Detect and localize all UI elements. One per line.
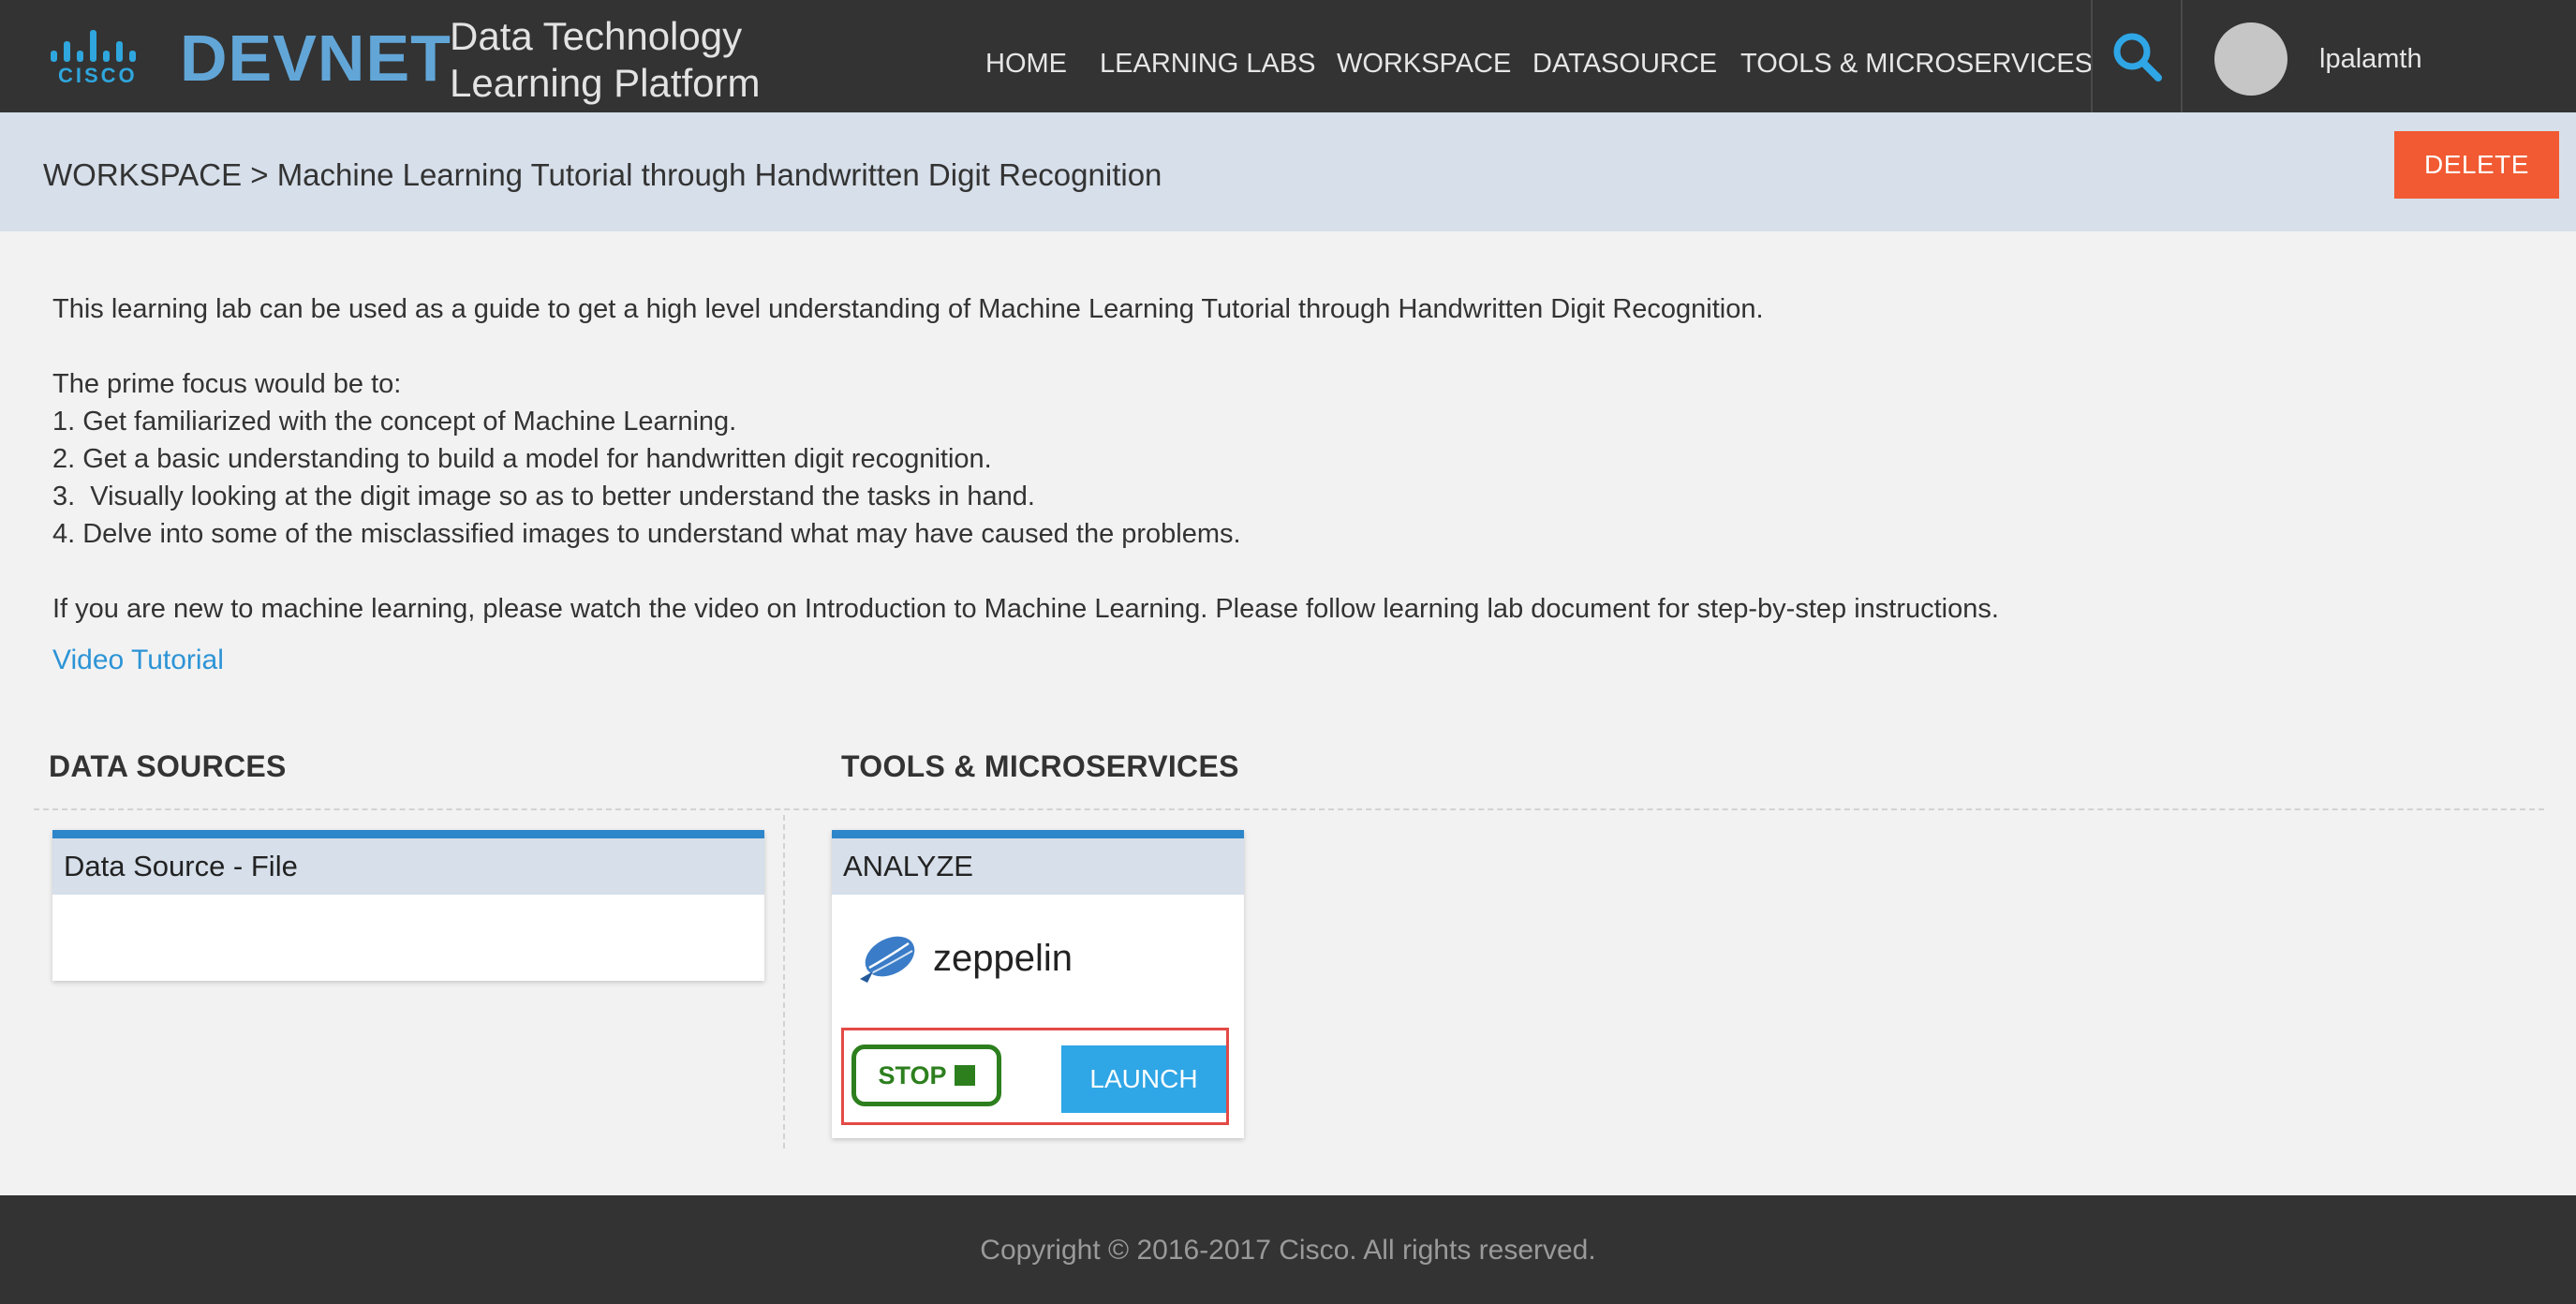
delete-button[interactable]: DELETE (2394, 131, 2559, 199)
cisco-logo: CISCO (51, 28, 154, 87)
footer: Copyright © 2016-2017 Cisco. All rights … (0, 1195, 2576, 1304)
nav-divider (2091, 0, 2093, 112)
lab-description: This learning lab can be used as a guide… (52, 290, 2525, 628)
platform-title-line2: Learning Platform (450, 61, 761, 105)
search-icon[interactable] (2111, 31, 2162, 82)
top-navigation-bar: CISCO DEVNET Data Technology Learning Pl… (0, 0, 2576, 112)
tool-name: zeppelin (933, 937, 1073, 979)
nav-datasource[interactable]: DATASOURCE (1532, 49, 1717, 80)
data-source-card[interactable]: Data Source - File (52, 830, 764, 981)
platform-title: Data Technology Learning Platform (450, 13, 761, 107)
devnet-logo[interactable]: DEVNET (180, 21, 452, 96)
nav-learning-labs[interactable]: LEARNING LABS (1100, 49, 1315, 80)
focus-item: 3. Visually looking at the digit image s… (52, 482, 1035, 511)
launch-button[interactable]: LAUNCH (1061, 1045, 1226, 1113)
tool-actions-highlight: STOP LAUNCH (841, 1028, 1229, 1125)
platform-title-line1: Data Technology (450, 14, 743, 58)
zeppelin-icon (860, 936, 915, 983)
focus-heading: The prime focus would be to: (52, 369, 402, 399)
username[interactable]: lpalamth (2319, 44, 2422, 75)
cisco-wordmark: CISCO (58, 64, 138, 87)
nav-workspace[interactable]: WORKSPACE (1337, 49, 1511, 80)
zeppelin-tool: zeppelin (854, 930, 1073, 986)
nav-tools-microservices[interactable]: TOOLS & MICROSERVICES (1740, 49, 2093, 80)
breadcrumb: WORKSPACE > Machine Learning Tutorial th… (43, 157, 1162, 192)
focus-item: 2. Get a basic understanding to build a … (52, 444, 992, 474)
section-divider (34, 808, 2544, 810)
analyze-card: ANALYZE zeppelin STOP LAUNCH (832, 830, 1244, 1138)
cisco-bars-icon (51, 28, 154, 62)
data-source-card-title: Data Source - File (52, 838, 764, 895)
avatar[interactable] (2214, 22, 2287, 96)
breadcrumb-bar: WORKSPACE > Machine Learning Tutorial th… (0, 112, 2576, 231)
copyright-text: Copyright © 2016-2017 Cisco. All rights … (980, 1235, 1596, 1266)
nav-divider (2181, 0, 2183, 112)
stop-icon (954, 1065, 975, 1086)
stop-button-label: STOP (878, 1060, 947, 1089)
column-divider (783, 815, 785, 1148)
nav-home[interactable]: HOME (985, 49, 1067, 80)
analyze-card-title: ANALYZE (832, 838, 1244, 895)
focus-item: 4. Delve into some of the misclassified … (52, 519, 1241, 549)
focus-item: 1. Get familiarized with the concept of … (52, 407, 737, 437)
video-tutorial-link[interactable]: Video Tutorial (52, 645, 224, 676)
stop-button[interactable]: STOP (851, 1045, 1001, 1106)
tools-microservices-title: TOOLS & MICROSERVICES (841, 749, 1239, 783)
description-intro: This learning lab can be used as a guide… (52, 294, 1764, 324)
data-sources-title: DATA SOURCES (49, 749, 287, 783)
description-outro: If you are new to machine learning, plea… (52, 594, 1999, 624)
